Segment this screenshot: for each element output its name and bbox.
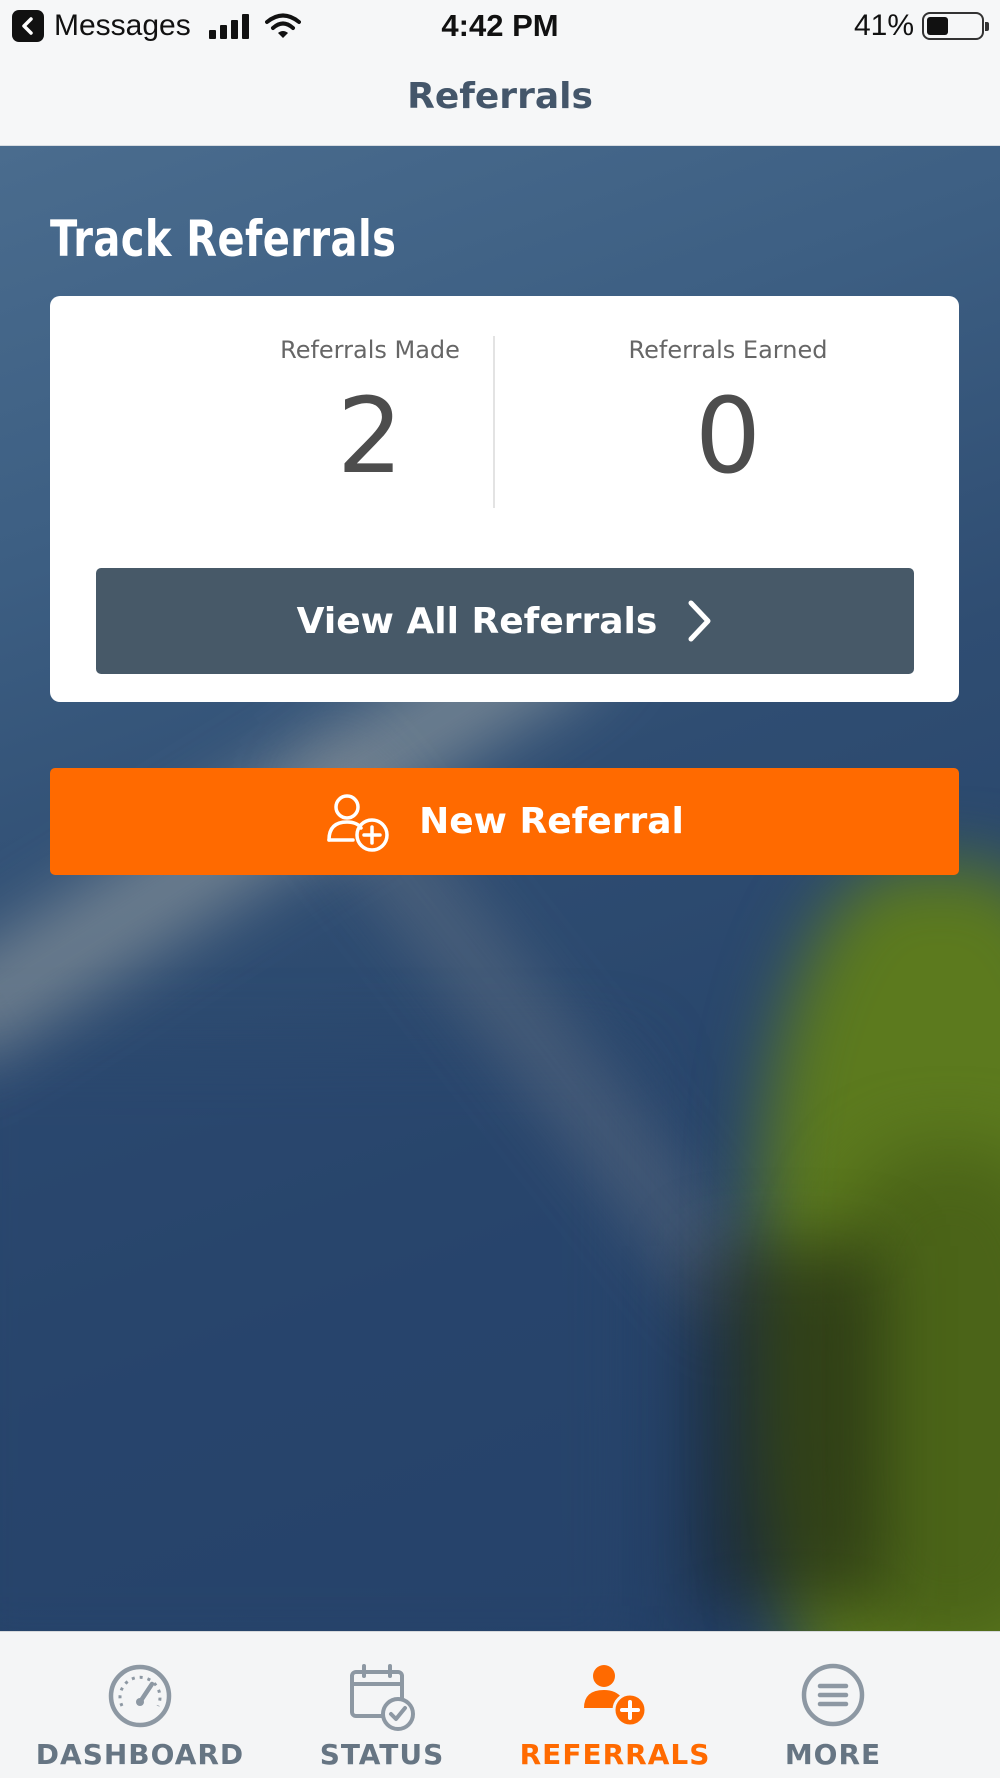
referrals-earned-stat: Referrals Earned 0	[538, 336, 918, 488]
tab-dashboard[interactable]: DASHBOARD	[15, 1632, 265, 1778]
user-add-icon	[327, 793, 389, 852]
tab-status-label: STATUS	[319, 1738, 445, 1771]
tab-dashboard-label: DASHBOARD	[35, 1738, 245, 1771]
menu-circle-icon	[801, 1663, 865, 1727]
tab-bar: DASHBOARD STATUS REFERRALS MORE	[0, 1631, 1000, 1778]
tab-referrals-label: REFERRALS	[519, 1738, 711, 1771]
speedometer-icon	[108, 1664, 172, 1728]
referral-stats-card: Referrals Made 2 Referrals Earned 0 View…	[50, 296, 959, 702]
referrals-earned-label: Referrals Earned	[628, 336, 828, 364]
page-title: Referrals	[407, 76, 593, 117]
view-all-referrals-button[interactable]: View All Referrals	[96, 568, 914, 674]
stat-divider	[493, 336, 495, 508]
battery-percent: 41%	[853, 9, 914, 42]
tab-more[interactable]: MORE	[708, 1632, 958, 1778]
tab-more-label: MORE	[784, 1738, 882, 1771]
battery-fill	[927, 17, 948, 35]
view-all-referrals-label: View All Referrals	[296, 600, 658, 642]
status-bar: Messages 4:42 PM 41%	[0, 0, 1000, 52]
clock: 4:42 PM	[441, 8, 559, 43]
referrals-made-stat: Referrals Made 2	[180, 336, 560, 488]
new-referral-label: New Referral	[419, 801, 684, 842]
chevron-right-icon	[688, 600, 711, 642]
referrals-earned-value: 0	[694, 375, 762, 497]
tab-status[interactable]: STATUS	[257, 1632, 507, 1778]
battery-icon	[922, 12, 989, 40]
section-title: Track Referrals	[50, 210, 397, 268]
calendar-check-icon	[350, 1664, 415, 1731]
user-add-icon	[584, 1665, 648, 1728]
referrals-made-value: 2	[336, 375, 404, 497]
new-referral-button[interactable]: New Referral	[50, 768, 959, 875]
nav-header: Referrals	[0, 52, 1000, 146]
tab-referrals[interactable]: REFERRALS	[490, 1632, 740, 1778]
referrals-made-label: Referrals Made	[280, 336, 460, 364]
